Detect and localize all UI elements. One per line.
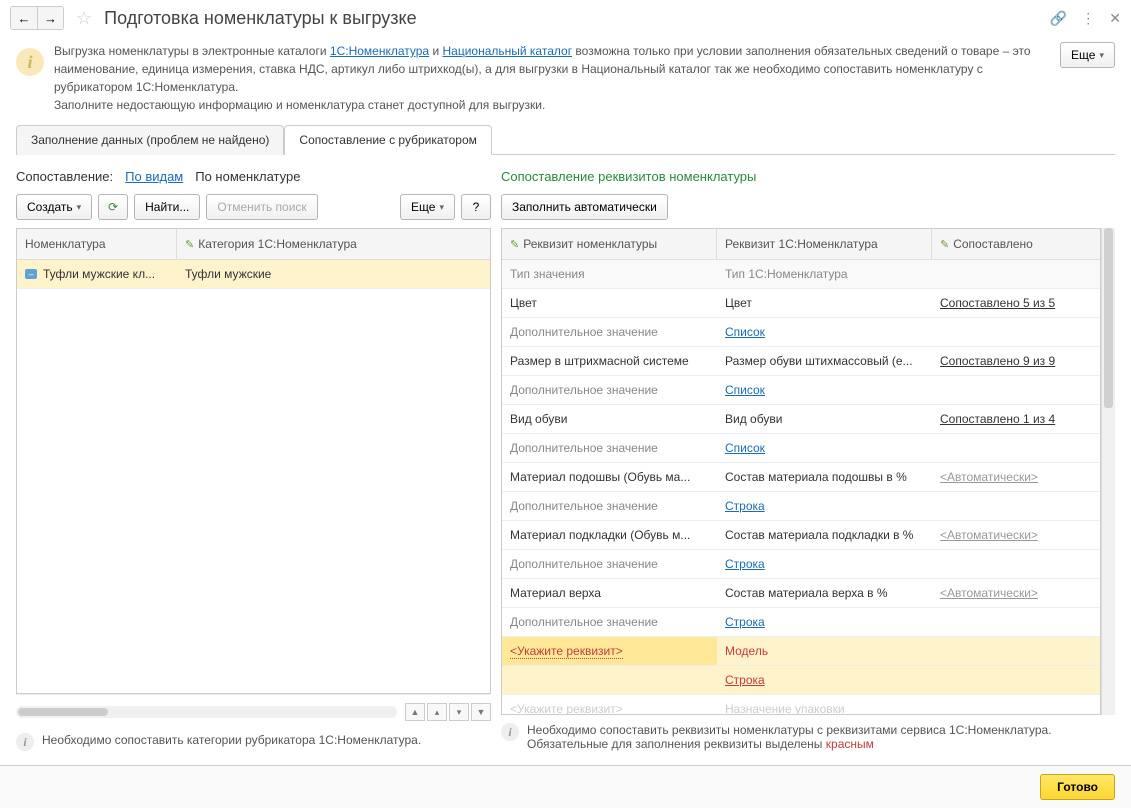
table-sub-row: Дополнительное значениеСписок [502, 318, 1100, 347]
sub-header-type: Тип значения [502, 260, 717, 288]
mapped-link[interactable]: Сопоставлено 1 из 4 [940, 412, 1055, 426]
pencil-icon: ✎ [510, 238, 519, 251]
pencil-icon: ✎ [185, 238, 194, 251]
info-small-icon: i [501, 723, 519, 741]
info-small-icon: i [16, 733, 34, 751]
more-button-top[interactable]: Еще [1060, 42, 1115, 68]
sub-header-1c-type: Тип 1С:Номенклатура [717, 260, 932, 288]
type-link[interactable]: Список [717, 318, 932, 346]
mapped-link[interactable]: <Автоматически> [940, 528, 1038, 542]
table-row-empty[interactable]: <Укажите реквизит>Модель [502, 637, 1100, 666]
table-row[interactable]: Вид обувиВид обувиСопоставлено 1 из 4 [502, 405, 1100, 434]
right-footer-text: Необходимо сопоставить реквизиты номенкл… [527, 723, 1115, 751]
table-row-hint[interactable]: <Укажите реквизит>Назначение упаковки [502, 695, 1100, 714]
table-row[interactable]: Материал подкладки (Обувь м...Состав мат… [502, 521, 1100, 550]
create-button[interactable]: Создать [16, 194, 92, 220]
filter-by-types[interactable]: По видам [125, 169, 183, 184]
table-sub-row: Дополнительное значениеСтрока [502, 492, 1100, 521]
kebab-menu-icon[interactable]: ⋮ [1081, 10, 1095, 27]
type-link[interactable]: Строка [717, 550, 932, 578]
table-sub-row: Дополнительное значениеСтрока [502, 608, 1100, 637]
col-nomenclature[interactable]: Номенклатура [17, 229, 177, 259]
info-icon: i [16, 48, 44, 76]
nav-buttons: ← → [10, 6, 64, 30]
scroll-top-icon[interactable]: ▲ [405, 703, 425, 721]
link-icon[interactable]: 🔗 [1050, 10, 1067, 27]
col-req-nomen[interactable]: ✎Реквизит номенклатуры [502, 229, 717, 259]
type-link[interactable]: Строка [717, 666, 932, 694]
done-button[interactable]: Готово [1040, 774, 1115, 800]
auto-fill-button[interactable]: Заполнить автоматически [501, 194, 668, 220]
mapped-link[interactable]: Сопоставлено 9 из 9 [940, 354, 1055, 368]
link-nat-catalog[interactable]: Национальный каталог [442, 44, 572, 58]
col-req-1c[interactable]: Реквизит 1С:Номенклатура [717, 229, 932, 259]
h-scrollbar[interactable] [16, 706, 397, 718]
type-link[interactable]: Строка [717, 608, 932, 636]
v-scrollbar[interactable] [1101, 228, 1115, 715]
specify-req-link[interactable]: <Укажите реквизит> [510, 644, 623, 659]
left-footer-text: Необходимо сопоставить категории рубрика… [42, 733, 421, 747]
scroll-down-icon[interactable]: ▾ [449, 703, 469, 721]
col-mapped[interactable]: ✎Сопоставлено [932, 229, 1100, 259]
favorite-icon[interactable]: ☆ [76, 8, 92, 29]
table-row[interactable]: –Туфли мужские кл... Туфли мужские [17, 260, 490, 289]
find-button[interactable]: Найти... [134, 194, 200, 220]
tab-data-fill[interactable]: Заполнение данных (проблем не найдено) [16, 125, 284, 155]
right-title: Сопоставление реквизитов номенклатуры [501, 165, 1115, 194]
back-button[interactable]: ← [11, 7, 37, 29]
mapped-link[interactable]: Сопоставлено 5 из 5 [940, 296, 1055, 310]
table-row[interactable]: Материал подошвы (Обувь ма...Состав мате… [502, 463, 1100, 492]
col-category[interactable]: ✎Категория 1С:Номенклатура [177, 229, 490, 259]
refresh-button[interactable]: ⟳ [98, 194, 128, 220]
table-sub-row: Дополнительное значениеСписок [502, 376, 1100, 405]
close-icon[interactable]: ✕ [1109, 10, 1121, 27]
collapse-icon[interactable]: – [25, 269, 37, 279]
filter-by-nomen[interactable]: По номенклатуре [195, 169, 300, 184]
table-row[interactable]: Размер в штрихмасной системеРазмер обуви… [502, 347, 1100, 376]
scroll-bottom-icon[interactable]: ▼ [471, 703, 491, 721]
mapped-link[interactable]: <Автоматически> [940, 470, 1038, 484]
cancel-search-button[interactable]: Отменить поиск [206, 194, 317, 220]
table-row[interactable]: Материал верхаСостав материала верха в %… [502, 579, 1100, 608]
tab-mapping[interactable]: Сопоставление с рубрикатором [284, 125, 491, 155]
table-sub-row: Дополнительное значениеСтрока [502, 550, 1100, 579]
pencil-icon: ✎ [940, 238, 949, 251]
mapped-link[interactable]: <Автоматически> [940, 586, 1038, 600]
help-button[interactable]: ? [461, 194, 491, 220]
info-text: Выгрузка номенклатуры в электронные ката… [54, 42, 1050, 114]
type-link[interactable]: Список [717, 434, 932, 462]
more-button-left[interactable]: Еще [400, 194, 455, 220]
filter-label: Сопоставление: [16, 169, 113, 184]
scroll-up-icon[interactable]: ▴ [427, 703, 447, 721]
table-sub-row: Строка [502, 666, 1100, 695]
forward-button[interactable]: → [37, 7, 63, 29]
type-link[interactable]: Строка [717, 492, 932, 520]
table-row[interactable]: ЦветЦветСопоставлено 5 из 5 [502, 289, 1100, 318]
page-title: Подготовка номенклатуры к выгрузке [104, 8, 1042, 29]
table-sub-row: Дополнительное значениеСписок [502, 434, 1100, 463]
link-1c-nomen[interactable]: 1С:Номенклатура [330, 44, 429, 58]
type-link[interactable]: Список [717, 376, 932, 404]
